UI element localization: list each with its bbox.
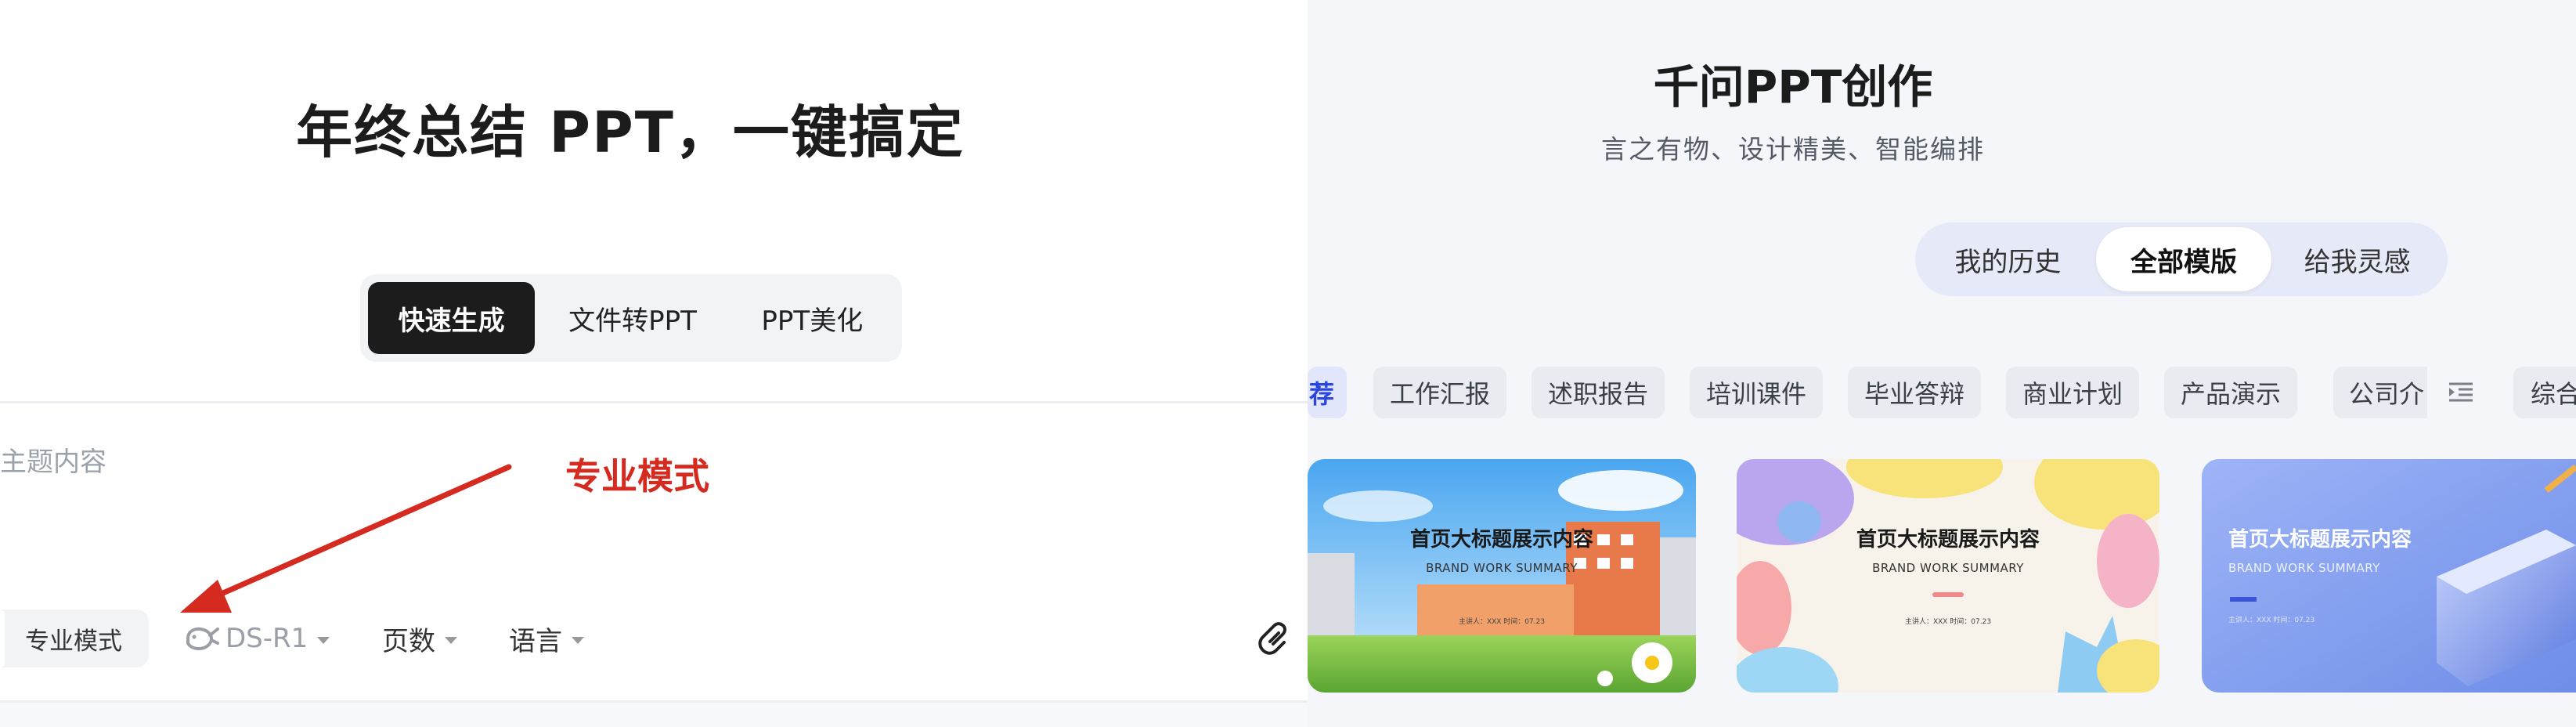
page-title: 年终总结 PPT，一键搞定 — [296, 99, 965, 165]
annotation-label: 专业模式 — [565, 455, 709, 497]
section-subtitle: 言之有物、设计精美、智能编排 — [1601, 134, 1985, 165]
template-subtitle: BRAND WORK SUMMARY — [1426, 561, 1578, 575]
mode-tabs: 快速生成 文件转PPT PPT美化 — [360, 274, 902, 362]
tab-all-templates[interactable]: 全部模版 — [2095, 227, 2272, 291]
caret-down-icon — [445, 636, 457, 644]
attachment-icon[interactable] — [1256, 620, 1295, 660]
template-card[interactable]: 首页大标题展示内容 BRAND WORK SUMMARY 主讲人：XXX 时间：… — [1308, 459, 1696, 693]
template-card[interactable]: 首页大标题展示内容 BRAND WORK SUMMARY 主讲人：XXX 时间：… — [1737, 459, 2159, 693]
template-card[interactable]: 首页大标题展示内容 BRAND WORK SUMMARY 主讲人：XXX 时间：… — [2202, 459, 2576, 693]
category-product-demo[interactable]: 产品演示 — [2164, 367, 2297, 418]
language-dropdown[interactable]: 语言 — [509, 619, 584, 658]
pages-dropdown[interactable]: 页数 — [382, 619, 457, 658]
template-meta: 主讲人：XXX 时间：07.23 — [1904, 618, 1992, 626]
category-training[interactable]: 培训课件 — [1690, 367, 1823, 418]
template-subtitle: BRAND WORK SUMMARY — [2228, 561, 2380, 575]
pages-label: 页数 — [382, 625, 435, 657]
right-panel: 千问PPT创作 言之有物、设计精美、智能编排 我的历史 全部模版 给我灵感 荐 … — [1308, 0, 2576, 727]
template-title: 首页大标题展示内容 — [2228, 528, 2412, 552]
divider — [0, 401, 1308, 403]
whale-icon — [186, 627, 219, 651]
tab-inspiration[interactable]: 给我灵感 — [2271, 227, 2443, 291]
arrow-annotation — [180, 464, 512, 613]
template-thumbnail — [1737, 459, 2159, 693]
category-company-intro[interactable]: 公司介 — [2333, 367, 2443, 418]
category-graduation[interactable]: 毕业答辩 — [1848, 367, 1981, 418]
pro-mode-label: 专业模式 — [25, 627, 122, 656]
template-meta: 主讲人：XXX 时间：07.23 — [1458, 618, 1546, 626]
template-subtitle: BRAND WORK SUMMARY — [1872, 561, 2024, 575]
tab-file-to-ppt[interactable]: 文件转PPT — [543, 282, 722, 354]
language-label: 语言 — [509, 625, 562, 657]
template-thumbnail — [2202, 459, 2576, 693]
topic-input[interactable]: 主题内容 — [0, 440, 106, 479]
category-bar: 荐 工作汇报 述职报告 培训课件 毕业答辩 商业计划 产品演示 公司介 综合 — [1308, 367, 2576, 418]
left-panel: 年终总结 PPT，一键搞定 快速生成 文件转PPT PPT美化 主题内容 专业模… — [0, 0, 1308, 727]
template-meta: 主讲人：XXX 时间：07.23 — [2228, 617, 2315, 624]
source-tabs: 我的历史 全部模版 给我灵感 — [1915, 222, 2448, 296]
tab-ppt-beautify[interactable]: PPT美化 — [731, 282, 894, 354]
category-recommended[interactable]: 荐 — [1308, 367, 1347, 418]
category-duty-report[interactable]: 述职报告 — [1532, 367, 1665, 418]
caret-down-icon — [572, 636, 584, 644]
section-title: 千问PPT创作 — [1653, 60, 1933, 114]
pro-mode-button[interactable]: 专业模式 — [0, 609, 149, 667]
list-indent-icon[interactable] — [2448, 379, 2474, 406]
caret-down-icon — [317, 636, 330, 644]
tab-my-history[interactable]: 我的历史 — [1920, 227, 2096, 291]
category-general[interactable]: 综合 — [2513, 367, 2576, 418]
model-dropdown[interactable]: DS-R1 — [185, 619, 330, 658]
template-thumbnail — [1308, 459, 1696, 693]
model-label: DS-R1 — [225, 623, 308, 654]
category-work-report[interactable]: 工作汇报 — [1373, 367, 1506, 418]
template-title: 首页大标题展示内容 — [1856, 528, 2040, 552]
category-business-plan[interactable]: 商业计划 — [2006, 367, 2139, 418]
tab-quick-generate[interactable]: 快速生成 — [368, 282, 536, 354]
template-title: 首页大标题展示内容 — [1409, 528, 1593, 552]
